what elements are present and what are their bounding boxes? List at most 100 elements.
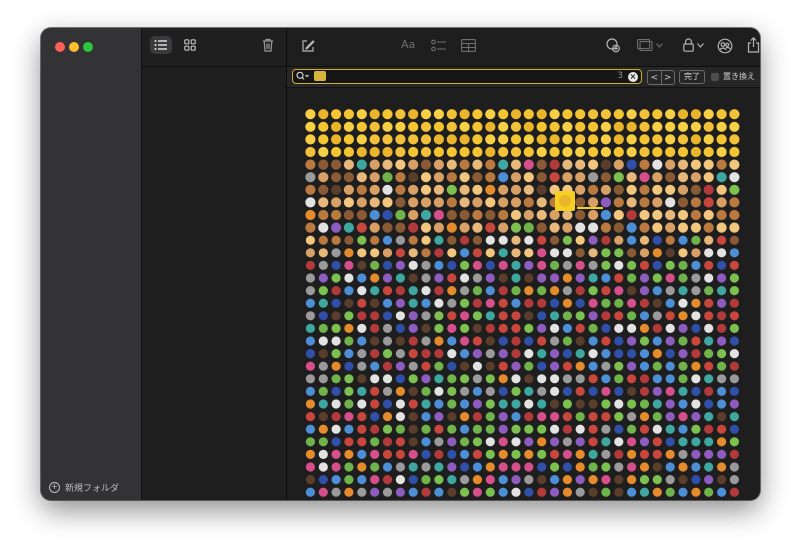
emoji-glyph: [382, 349, 393, 359]
emoji-glyph: [357, 298, 367, 308]
emoji-glyph: [704, 235, 714, 245]
emoji-glyph: [691, 424, 701, 434]
emoji-glyph: [550, 475, 560, 485]
emoji-glyph: [678, 273, 688, 283]
emoji-glyph: [652, 487, 662, 497]
emoji-glyph: [575, 146, 586, 158]
emoji-glyph: [613, 222, 624, 233]
delete-note-button[interactable]: [258, 36, 278, 54]
emoji-glyph: [627, 487, 637, 497]
emoji-glyph: [459, 159, 470, 170]
emoji-glyph: [343, 146, 354, 158]
emoji-glyph: [537, 462, 547, 472]
emoji-glyph: [421, 248, 431, 258]
emoji-glyph: [485, 184, 496, 195]
emoji-glyph: [472, 323, 482, 333]
emoji-glyph: [395, 121, 406, 132]
new-folder-button[interactable]: + 新規フォルダ: [49, 480, 119, 494]
emoji-glyph: [408, 386, 418, 396]
emoji-glyph: [421, 424, 431, 434]
zoom-window-button[interactable]: [83, 42, 93, 52]
emoji-glyph: [408, 298, 418, 308]
emoji-glyph: [704, 462, 714, 472]
emoji-glyph: [524, 361, 534, 371]
collaborate-icon[interactable]: [717, 38, 733, 54]
emoji-glyph: [562, 349, 572, 359]
list-view-button[interactable]: [150, 36, 172, 54]
find-search-field[interactable]: 3 ×: [292, 69, 642, 84]
emoji-glyph: [550, 349, 560, 359]
table-icon[interactable]: [461, 39, 476, 52]
emoji-glyph: [395, 209, 406, 221]
emoji-glyph: [434, 399, 444, 409]
emoji-glyph: [562, 273, 572, 283]
emoji-glyph: [382, 159, 393, 170]
link-icon[interactable]: [605, 38, 621, 53]
emoji-glyph: [511, 273, 521, 283]
emoji-glyph: [331, 172, 342, 183]
emoji-glyph: [408, 184, 419, 195]
note-body[interactable]: [304, 108, 741, 500]
media-button[interactable]: [637, 39, 663, 51]
emoji-glyph: [639, 146, 650, 158]
previous-match-button[interactable]: <: [648, 71, 662, 84]
emoji-glyph: [382, 449, 393, 459]
emoji-glyph: [652, 109, 663, 120]
emoji-glyph: [588, 462, 598, 472]
emoji-glyph: [510, 222, 522, 233]
emoji-glyph: [691, 449, 701, 459]
emoji-glyph: [498, 349, 508, 359]
emoji-glyph: [382, 487, 393, 497]
emoji-glyph: [370, 273, 380, 283]
emoji-glyph: [408, 159, 419, 170]
emoji-glyph: [318, 449, 328, 459]
search-options-icon[interactable]: [296, 71, 310, 82]
next-match-button[interactable]: >: [662, 71, 675, 84]
emoji-glyph: [575, 222, 586, 233]
done-button[interactable]: 完了: [679, 70, 705, 84]
share-icon[interactable]: [747, 37, 760, 53]
close-window-button[interactable]: [55, 42, 65, 52]
lock-button[interactable]: [683, 38, 704, 52]
emoji-glyph: [562, 412, 572, 422]
compose-icon[interactable]: [301, 39, 315, 53]
emoji-glyph: [562, 286, 572, 296]
emoji-glyph: [395, 336, 405, 346]
emoji-glyph: [511, 260, 521, 270]
emoji-glyph: [421, 374, 431, 384]
emoji-glyph: [678, 475, 688, 485]
emoji-glyph: [395, 273, 405, 283]
replace-checkbox[interactable]: [711, 72, 719, 81]
emoji-glyph: [524, 449, 534, 459]
emoji-glyph: [459, 146, 470, 158]
replace-toggle[interactable]: 置き換え: [711, 71, 755, 82]
emoji-glyph: [459, 222, 470, 233]
emoji-glyph: [421, 412, 431, 422]
emoji-glyph: [421, 475, 431, 485]
emoji-glyph: [691, 386, 701, 396]
emoji-glyph: [459, 197, 470, 208]
emoji-glyph: [305, 412, 315, 422]
emoji-glyph: [369, 134, 380, 145]
emoji-glyph: [665, 374, 675, 384]
emoji-glyph: [729, 336, 739, 346]
emoji-glyph: [717, 462, 727, 472]
emoji-glyph: [665, 273, 675, 283]
emoji-glyph: [460, 437, 470, 447]
clear-search-icon[interactable]: ×: [628, 71, 638, 82]
emoji-glyph: [356, 222, 367, 233]
emoji-glyph: [678, 336, 688, 346]
format-text-button[interactable]: Aa: [401, 38, 415, 51]
emoji-glyph: [305, 462, 315, 472]
emoji-glyph: [639, 298, 650, 308]
checklist-icon[interactable]: [431, 39, 447, 53]
emoji-glyph: [717, 235, 727, 245]
emoji-glyph: [318, 311, 328, 321]
emoji-glyph: [485, 121, 496, 132]
emoji-glyph: [652, 386, 662, 396]
emoji-glyph: [434, 323, 444, 333]
emoji-glyph: [677, 222, 689, 233]
emoji-glyph: [704, 323, 714, 333]
minimize-window-button[interactable]: [69, 42, 79, 52]
gallery-view-button[interactable]: [179, 36, 201, 54]
